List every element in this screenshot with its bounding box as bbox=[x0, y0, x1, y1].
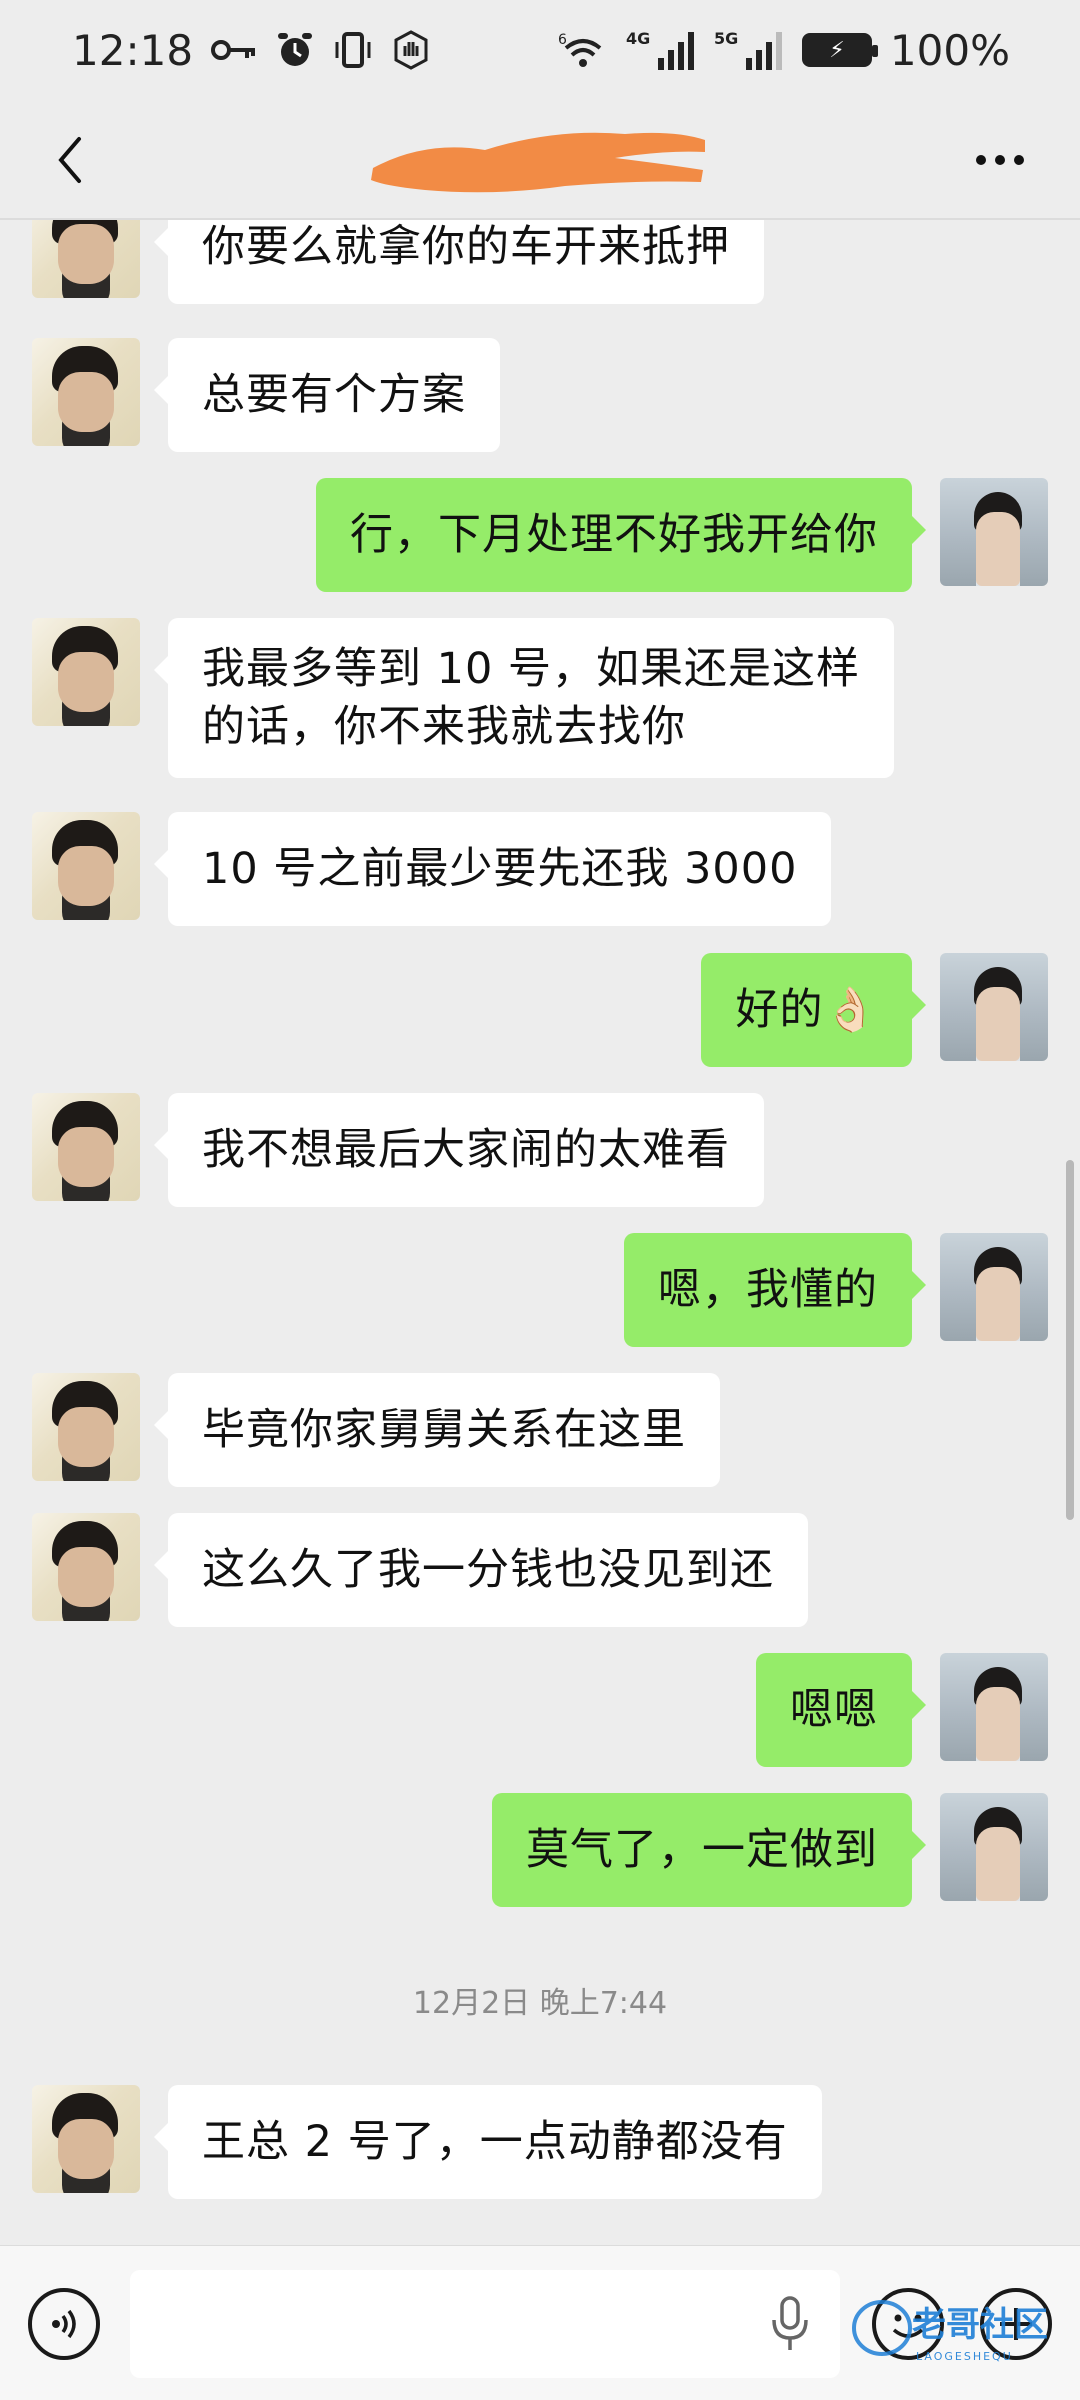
battery-icon: ⚡ bbox=[801, 33, 878, 67]
key-icon bbox=[211, 35, 257, 65]
more-options-button[interactable] bbox=[960, 130, 1040, 190]
message-row: 行，下月处理不好我开给你 bbox=[316, 478, 1048, 592]
message-row: 你要么就拿你的车开来抵押 bbox=[32, 220, 764, 304]
battery-percent: 100% bbox=[889, 25, 1010, 75]
signal-4g-label: 4G bbox=[626, 29, 650, 48]
back-button[interactable] bbox=[40, 130, 100, 190]
contact-avatar[interactable] bbox=[32, 1513, 140, 1621]
message-row: 王总 2 号了，一点动静都没有 bbox=[32, 2085, 822, 2199]
message-row: 10 号之前最少要先还我 3000 bbox=[32, 812, 832, 926]
signal-4g-icon: 4G bbox=[626, 28, 696, 72]
message-bubble[interactable]: 10 号之前最少要先还我 3000 bbox=[153, 812, 832, 926]
chat-timestamp: 12月2日 晚上7:44 bbox=[412, 1986, 668, 2021]
watermark-text: 老哥社区 bbox=[912, 2305, 1048, 2345]
site-watermark: 老哥社区 LAOGESHEQU bbox=[850, 2290, 1070, 2370]
message-row: 好的👌🏻 bbox=[701, 953, 1048, 1067]
message-input[interactable] bbox=[130, 2270, 840, 2378]
message-bubble[interactable]: 莫气了，一定做到 bbox=[492, 1793, 926, 1907]
message-row: 这么久了我一分钱也没见到还 bbox=[32, 1513, 808, 1627]
chat-title-redacted bbox=[365, 120, 710, 200]
wifi-badge: 6 bbox=[558, 32, 567, 48]
message-bubble[interactable]: 王总 2 号了，一点动静都没有 bbox=[154, 2085, 822, 2199]
chat-scrollbar[interactable] bbox=[1066, 1160, 1074, 1520]
alarm-icon bbox=[275, 30, 315, 70]
microphone-icon[interactable] bbox=[770, 2296, 810, 2356]
voice-wave-icon bbox=[52, 2309, 76, 2339]
message-row: 毕竟你家舅舅关系在这里 bbox=[32, 1373, 720, 1487]
contact-avatar[interactable] bbox=[32, 220, 140, 298]
message-row: 嗯嗯 bbox=[756, 1653, 1048, 1767]
message-bubble[interactable]: 好的👌🏻 bbox=[701, 953, 926, 1067]
contact-avatar[interactable] bbox=[32, 1373, 140, 1481]
wifi-icon: 6 bbox=[558, 30, 608, 70]
self-avatar[interactable] bbox=[940, 1233, 1048, 1341]
message-bubble[interactable]: 嗯，我懂的 bbox=[624, 1233, 926, 1347]
message-bubble[interactable]: 嗯嗯 bbox=[756, 1653, 926, 1767]
hand-shield-icon bbox=[391, 30, 431, 70]
self-avatar[interactable] bbox=[940, 478, 1048, 586]
message-bubble[interactable]: 我不想最后大家闹的太难看 bbox=[154, 1093, 764, 1207]
message-bubble[interactable]: 我最多等到 10 号，如果还是这样 的话，你不来我就去找你 bbox=[153, 618, 895, 778]
self-avatar[interactable] bbox=[940, 1653, 1048, 1761]
message-row: 我最多等到 10 号，如果还是这样 的话，你不来我就去找你 bbox=[32, 618, 895, 778]
watermark-subtext: LAOGESHEQU bbox=[916, 2350, 1013, 2363]
redaction-scribble bbox=[371, 132, 705, 193]
message-bubble[interactable]: 总要有个方案 bbox=[154, 338, 500, 452]
message-row: 莫气了，一定做到 bbox=[492, 1793, 1048, 1907]
message-row: 总要有个方案 bbox=[32, 338, 500, 452]
chevron-left-icon bbox=[58, 137, 81, 183]
status-bar: 12:18 6 4G 5G ⚡ 100% bbox=[0, 0, 1080, 100]
message-bubble[interactable]: 行，下月处理不好我开给你 bbox=[316, 478, 926, 592]
self-avatar[interactable] bbox=[940, 953, 1048, 1061]
message-row: 我不想最后大家闹的太难看 bbox=[32, 1093, 764, 1207]
contact-avatar[interactable] bbox=[32, 1093, 140, 1201]
chat-area[interactable]: 你要么就拿你的车开来抵押 总要有个方案 行，下月处理不好我开给你 我最多等到 1… bbox=[0, 220, 1080, 2245]
contact-avatar[interactable] bbox=[32, 338, 140, 446]
contact-avatar[interactable] bbox=[32, 2085, 140, 2193]
contact-avatar[interactable] bbox=[32, 618, 140, 726]
self-avatar[interactable] bbox=[940, 1793, 1048, 1901]
contact-avatar[interactable] bbox=[32, 812, 140, 920]
message-bubble[interactable]: 毕竟你家舅舅关系在这里 bbox=[154, 1373, 720, 1487]
signal-5g-icon: 5G bbox=[714, 28, 784, 72]
more-dots-icon bbox=[976, 155, 1024, 165]
voice-toggle-button[interactable] bbox=[28, 2288, 100, 2360]
status-time: 12:18 bbox=[72, 25, 194, 75]
message-bubble[interactable]: 你要么就拿你的车开来抵押 bbox=[154, 220, 764, 304]
vibrate-icon bbox=[333, 30, 373, 70]
message-bubble[interactable]: 这么久了我一分钱也没见到还 bbox=[154, 1513, 808, 1627]
signal-5g-label: 5G bbox=[714, 29, 738, 48]
message-row: 嗯，我懂的 bbox=[624, 1233, 1048, 1347]
